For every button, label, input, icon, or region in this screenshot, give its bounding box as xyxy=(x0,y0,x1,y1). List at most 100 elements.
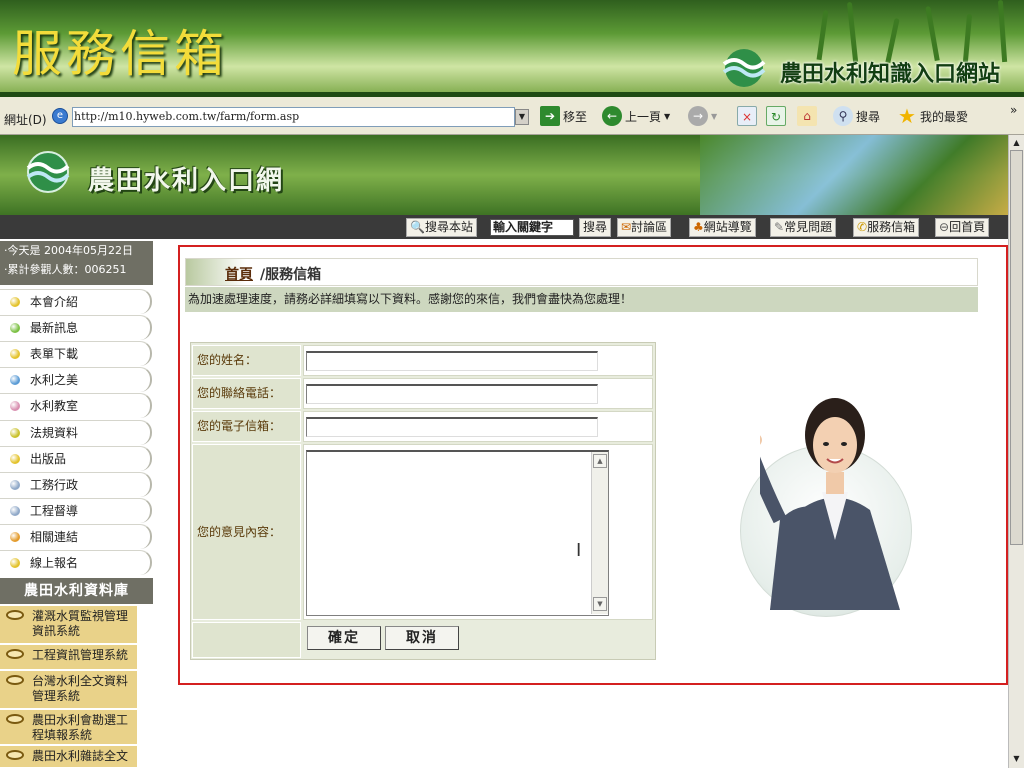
search-button[interactable]: ⚲ 搜尋 xyxy=(833,104,880,128)
header-scenery xyxy=(700,135,1008,215)
submit-button[interactable]: 確定 xyxy=(307,626,381,650)
sidebar-menu-label: 水利教室 xyxy=(30,399,79,414)
bullet-icon xyxy=(10,401,20,412)
database-link[interactable]: 工程資訊管理系統 xyxy=(0,645,137,670)
name-input[interactable] xyxy=(306,351,598,371)
page-scroll-thumb[interactable] xyxy=(1010,150,1023,545)
site-title: 農田水利入口網 xyxy=(88,166,285,196)
address-label: 網址(D) xyxy=(4,113,47,127)
sidebar-menu-label: 工務行政 xyxy=(30,477,79,492)
sidebar-menu-item[interactable]: 水利教室 xyxy=(0,393,152,419)
bullet-icon xyxy=(10,427,20,438)
bullet-icon xyxy=(10,505,20,516)
nav-mailbox[interactable]: ✆服務信箱 xyxy=(853,218,920,237)
database-link-label: 農田水利雜誌全文 xyxy=(32,749,129,763)
sidebar-menu-label: 水利之美 xyxy=(30,373,79,388)
breadcrumb-current: /服務信箱 xyxy=(260,267,322,283)
banner-title: 服務信箱 xyxy=(12,25,228,83)
eye-diamond-icon xyxy=(6,750,24,760)
bullet-icon xyxy=(10,349,20,360)
today-date: ‧今天是 2004年05月22日 xyxy=(4,244,133,257)
breadcrumb-home-link[interactable]: 首頁 xyxy=(225,264,253,284)
scroll-down-icon[interactable]: ▼ xyxy=(593,597,607,611)
name-label: 您的姓名： xyxy=(192,345,301,376)
database-link-label: 工程資訊管理系統 xyxy=(32,648,129,662)
nav-faq[interactable]: ✎常見問題 xyxy=(770,218,837,237)
email-label: 您的電子信箱： xyxy=(192,411,301,442)
go-button[interactable]: ➔ 移至 xyxy=(540,104,587,128)
database-link-label: 農田水利會勘選工程填報系統 xyxy=(32,713,129,742)
email-input[interactable] xyxy=(306,417,598,437)
sidebar-menu-label: 線上報名 xyxy=(30,556,79,570)
back-dropdown-icon: ▼ xyxy=(664,111,671,121)
sidebar-menu-item[interactable]: 最新訊息 xyxy=(0,315,152,341)
sidebar-menu-item[interactable]: 水利之美 xyxy=(0,367,152,393)
scroll-up-icon[interactable]: ▲ xyxy=(593,454,607,468)
home-button[interactable]: ⌂ xyxy=(797,104,817,128)
button-row-label xyxy=(192,622,301,658)
woman-illustration xyxy=(760,398,900,610)
cancel-button[interactable]: 取消 xyxy=(385,626,459,650)
go-arrow-icon: ➔ xyxy=(540,106,560,126)
eye-diamond-icon xyxy=(6,649,24,659)
sidebar-menu-label: 表單下載 xyxy=(30,347,79,362)
bullet-icon xyxy=(10,297,20,307)
sidebar-menu-item[interactable]: 相關連結 xyxy=(0,523,152,549)
banner-site-name: 農田水利知識入口網站 xyxy=(780,62,1001,87)
search-site-label: 🔍搜尋本站 xyxy=(406,218,477,237)
eye-diamond-icon xyxy=(6,714,24,724)
home-circle-icon: ⊖ xyxy=(939,220,950,234)
forum-icon: ✉ xyxy=(621,220,632,234)
sidebar-menu-item[interactable]: 本會介紹 xyxy=(0,289,152,314)
nav-sitemap[interactable]: ♣網站導覽 xyxy=(689,218,756,237)
address-input[interactable]: http://m10.hyweb.com.tw/farm/form.asp xyxy=(72,107,515,127)
stop-icon: × xyxy=(737,106,757,126)
nav-forum[interactable]: ✉討論區 xyxy=(617,218,672,237)
page-scroll-down-icon[interactable]: ▼ xyxy=(1009,752,1024,766)
forward-button[interactable]: → ▼ xyxy=(688,104,717,128)
sidebar-menu-item[interactable]: 表單下載 xyxy=(0,341,152,367)
phone-label: 您的聯絡電話： xyxy=(192,378,301,409)
phone-input[interactable] xyxy=(306,384,598,404)
database-link[interactable]: 農田水利雜誌全文 xyxy=(0,746,137,768)
sidebar-menu-item[interactable]: 出版品 xyxy=(0,445,152,471)
sidebar-menu-label: 法規資料 xyxy=(30,425,79,440)
text-cursor-icon: I xyxy=(576,540,582,561)
sidebar-menu-item[interactable]: 工程督導 xyxy=(0,497,152,523)
sidebar-menu-label: 最新訊息 xyxy=(30,321,79,336)
database-link[interactable]: 農田水利會勘選工程填報系統 xyxy=(0,710,137,745)
eye-diamond-icon xyxy=(6,610,24,620)
stop-button[interactable]: × xyxy=(737,104,757,128)
page-icon: e xyxy=(52,108,68,124)
address-dropdown-button[interactable]: ▼ xyxy=(515,109,529,125)
sidebar-menu-item[interactable]: 線上報名 xyxy=(0,550,152,575)
message-scrollbar[interactable]: ▲ ▼ xyxy=(591,452,608,614)
home-icon: ⌂ xyxy=(797,106,817,126)
nav-home[interactable]: ⊖回首頁 xyxy=(935,218,990,237)
sidebar-info: ‧今天是 2004年05月22日 ‧累計參觀人數：006251 xyxy=(0,241,153,285)
keyword-search-button[interactable]: 搜尋 xyxy=(579,218,612,237)
back-button[interactable]: ← 上一頁 ▼ xyxy=(602,104,670,128)
database-link[interactable]: 台灣水利全文資料管理系統 xyxy=(0,671,137,709)
keyword-input[interactable]: 輸入關鍵字 xyxy=(490,219,574,236)
toolbar-overflow-button[interactable]: » xyxy=(1010,103,1017,117)
message-textarea[interactable] xyxy=(306,450,609,616)
eye-diamond-icon xyxy=(6,675,24,685)
sidebar-menu-label: 本會介紹 xyxy=(30,295,79,309)
site-logo-icon xyxy=(26,151,70,193)
visit-count: ‧累計參觀人數：006251 xyxy=(4,263,127,276)
sidebar-menu-label: 出版品 xyxy=(30,451,67,466)
page-scroll-up-icon[interactable]: ▲ xyxy=(1009,136,1024,150)
faq-icon: ✎ xyxy=(774,220,785,234)
favorites-button[interactable]: ★ 我的最愛 xyxy=(897,104,968,128)
refresh-button[interactable]: ↻ xyxy=(766,104,786,128)
form-notice: 為加速處理速度，請務必詳細填寫以下資料。感謝您的來信，我們會盡快為您處理！ xyxy=(185,287,978,312)
sidebar-menu-label: 工程督導 xyxy=(30,503,79,518)
message-label: 您的意見內容： xyxy=(192,444,301,620)
sidebar-menu-item[interactable]: 法規資料 xyxy=(0,419,152,445)
database-link[interactable]: 灌溉水質監視管理資訊系統 xyxy=(0,606,137,644)
database-link-label: 台灣水利全文資料管理系統 xyxy=(32,674,129,703)
water-logo-icon xyxy=(722,49,766,87)
sidebar-menu-item[interactable]: 工務行政 xyxy=(0,471,152,497)
bullet-icon xyxy=(10,453,20,464)
